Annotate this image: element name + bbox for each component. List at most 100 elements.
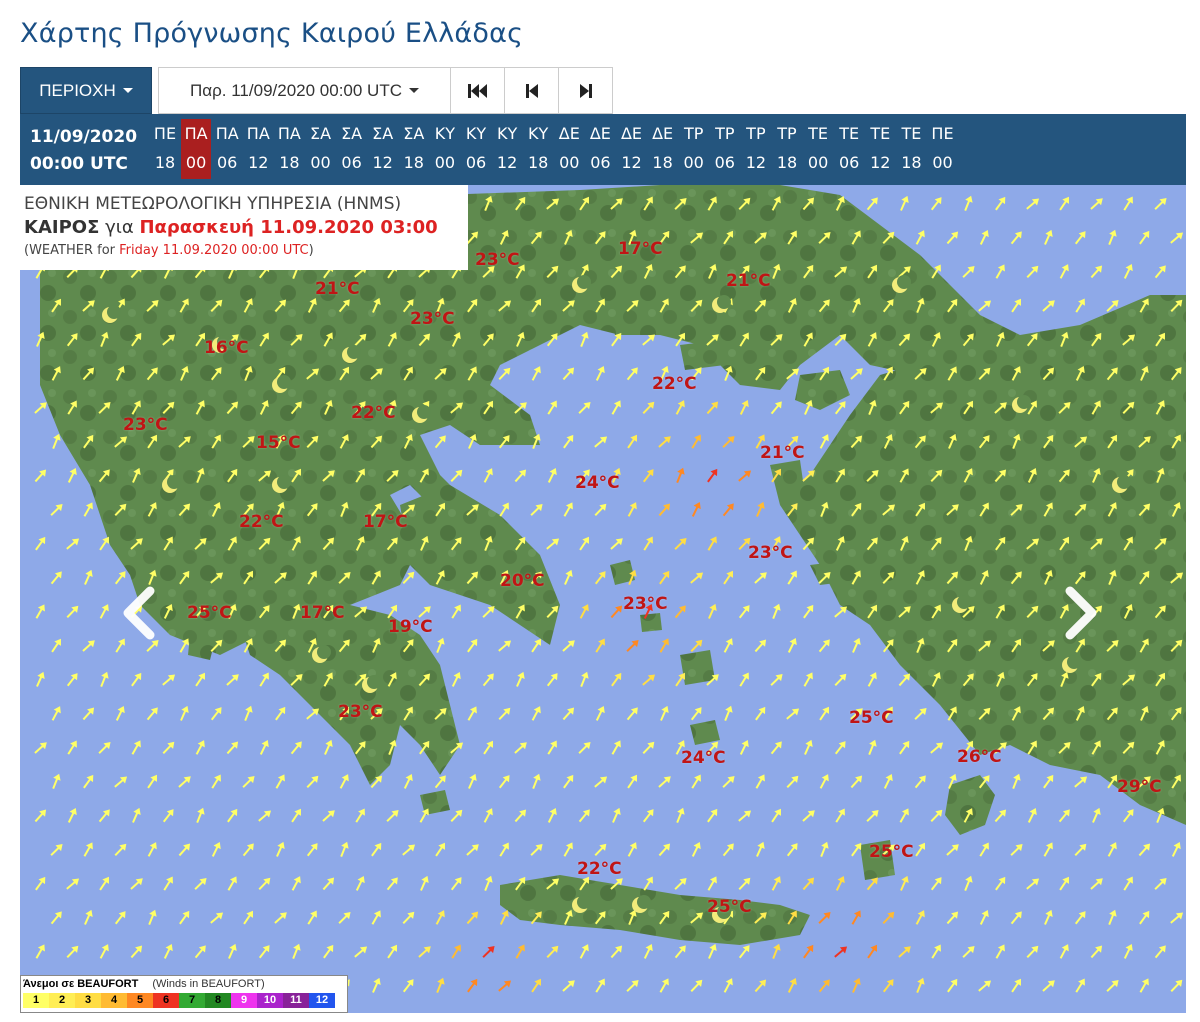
wind-arrow-icon	[244, 705, 253, 721]
wind-arrow-icon	[307, 910, 317, 925]
time-slot[interactable]: ΠΑ 00	[181, 119, 212, 179]
wind-arrow-icon	[642, 401, 655, 415]
wind-arrow-icon	[83, 842, 93, 857]
time-slot[interactable]: ΚΥ 18	[523, 119, 553, 179]
time-slot[interactable]: ΣΑ 12	[368, 119, 398, 179]
wind-arrow-icon	[132, 807, 141, 823]
wind-arrow-icon	[804, 739, 813, 755]
time-slot[interactable]: ΣΑ 00	[306, 119, 336, 179]
previous-arrow-button[interactable]	[116, 583, 160, 643]
time-slot[interactable]: ΔΕ 06	[585, 119, 615, 179]
time-slot[interactable]: ΠΕ 18	[150, 119, 180, 179]
wind-arrow-icon	[66, 673, 78, 687]
time-slot[interactable]: ΤΡ 06	[710, 119, 740, 179]
wind-arrow-icon	[786, 708, 800, 720]
wind-arrow-icon	[386, 877, 398, 891]
time-slot[interactable]: ΚΥ 12	[492, 119, 522, 179]
time-slot-day: ΠΑ	[246, 124, 270, 143]
wind-arrow-icon	[546, 538, 560, 550]
time-slot[interactable]: ΤΕ 06	[834, 119, 864, 179]
wind-arrow-icon	[50, 844, 63, 856]
wind-arrow-icon	[84, 909, 93, 925]
wind-arrow-icon	[643, 536, 653, 551]
time-slot[interactable]: ΤΕ 12	[865, 119, 895, 179]
wind-arrow-icon	[1090, 265, 1103, 279]
time-slot[interactable]: ΣΑ 18	[399, 119, 429, 179]
wind-arrow-icon	[1139, 910, 1150, 925]
region-dropdown[interactable]: ΠΕΡΙΟΧΗ	[20, 67, 152, 114]
wind-arrow-icon	[274, 912, 287, 924]
wind-arrow-icon	[707, 468, 718, 483]
time-slot[interactable]: ΔΕ 12	[617, 119, 647, 179]
wind-arrow-icon	[995, 264, 1005, 279]
wind-arrow-icon	[259, 672, 269, 687]
temperature-label: 23°C	[338, 702, 383, 722]
wind-arrow-icon	[35, 876, 46, 891]
wind-arrow-icon	[564, 569, 573, 585]
wind-arrow-icon	[708, 943, 717, 959]
legend-title: Άνεμοι σε BEAUFORT (Winds in BEAUFORT)	[21, 976, 347, 993]
temperature-label: 25°C	[707, 897, 752, 917]
time-slot[interactable]: ΤΕ 00	[803, 119, 833, 179]
legend-cell: 2	[49, 993, 75, 1008]
step-forward-button[interactable]	[559, 67, 613, 114]
time-slot-hour: 06	[217, 153, 238, 172]
legend-scale: 1 2 3 4 5 6 7 8 9 10 11 12	[23, 993, 347, 1008]
time-slot-hour: 18	[528, 153, 549, 172]
skip-to-start-button[interactable]	[451, 67, 505, 114]
wind-arrow-icon	[195, 740, 205, 755]
wind-arrow-icon	[738, 605, 750, 619]
wind-arrow-icon	[562, 707, 575, 721]
time-slot[interactable]: ΔΕ 18	[648, 119, 678, 179]
english-suffix: )	[308, 243, 314, 258]
wind-arrow-icon	[195, 672, 205, 687]
legend-cell: 10	[257, 993, 283, 1008]
date-dropdown-label: Παρ. 11/09/2020 00:00 UTC	[190, 80, 402, 100]
wind-arrow-icon	[724, 705, 733, 721]
wind-arrow-icon	[754, 572, 767, 584]
wind-arrow-icon	[436, 637, 445, 653]
step-back-button[interactable]	[505, 67, 559, 114]
time-slot[interactable]: ΠΑ 06	[212, 119, 242, 179]
next-arrow-button[interactable]	[1060, 583, 1104, 643]
time-slot[interactable]: ΚΥ 06	[461, 119, 491, 179]
time-slot[interactable]: ΠΕ 00	[928, 119, 958, 179]
wind-arrow-icon	[67, 468, 77, 483]
wind-arrow-icon	[915, 230, 925, 245]
time-slot[interactable]: ΚΥ 00	[430, 119, 460, 179]
time-slot[interactable]: ΤΕ 18	[896, 119, 926, 179]
time-slot-day: ΚΥ	[465, 124, 487, 143]
time-slot[interactable]: ΤΡ 00	[679, 119, 709, 179]
time-slot[interactable]: ΔΕ 00	[554, 119, 584, 179]
wind-arrow-icon	[194, 945, 206, 959]
wind-arrow-icon	[114, 843, 127, 857]
wind-arrow-icon	[498, 640, 512, 652]
time-slot[interactable]: ΤΡ 18	[772, 119, 802, 179]
time-slot[interactable]: ΠΑ 18	[274, 119, 304, 179]
wind-arrow-icon	[722, 776, 735, 788]
date-dropdown[interactable]: Παρ. 11/09/2020 00:00 UTC	[158, 67, 451, 114]
wind-arrow-icon	[995, 944, 1005, 959]
time-slot[interactable]: ΤΡ 12	[741, 119, 771, 179]
legend-cell: 6	[153, 993, 179, 1008]
temperature-label: 17°C	[618, 239, 663, 259]
wind-arrow-icon	[850, 775, 863, 789]
wind-arrow-icon	[546, 673, 558, 687]
wind-arrow-icon	[916, 977, 925, 993]
wind-arrow-icon	[867, 672, 877, 687]
time-slot-day: ΚΥ	[434, 124, 456, 143]
wind-arrow-icon	[338, 912, 351, 924]
time-slot[interactable]: ΠΑ 12	[243, 119, 273, 179]
legend-cell: 9	[231, 993, 257, 1008]
wind-arrow-icon	[1042, 300, 1055, 312]
time-slot-hour: 06	[590, 153, 611, 172]
time-slot[interactable]: ΣΑ 06	[337, 119, 367, 179]
wind-arrow-icon	[435, 910, 445, 925]
wind-arrow-icon	[882, 979, 894, 993]
wind-arrow-icon	[563, 434, 574, 449]
wind-arrow-icon	[468, 773, 477, 789]
wind-arrow-icon	[834, 946, 848, 958]
wind-arrow-icon	[1170, 232, 1184, 244]
wind-arrow-icon	[962, 946, 975, 958]
wind-arrow-icon	[674, 878, 687, 890]
